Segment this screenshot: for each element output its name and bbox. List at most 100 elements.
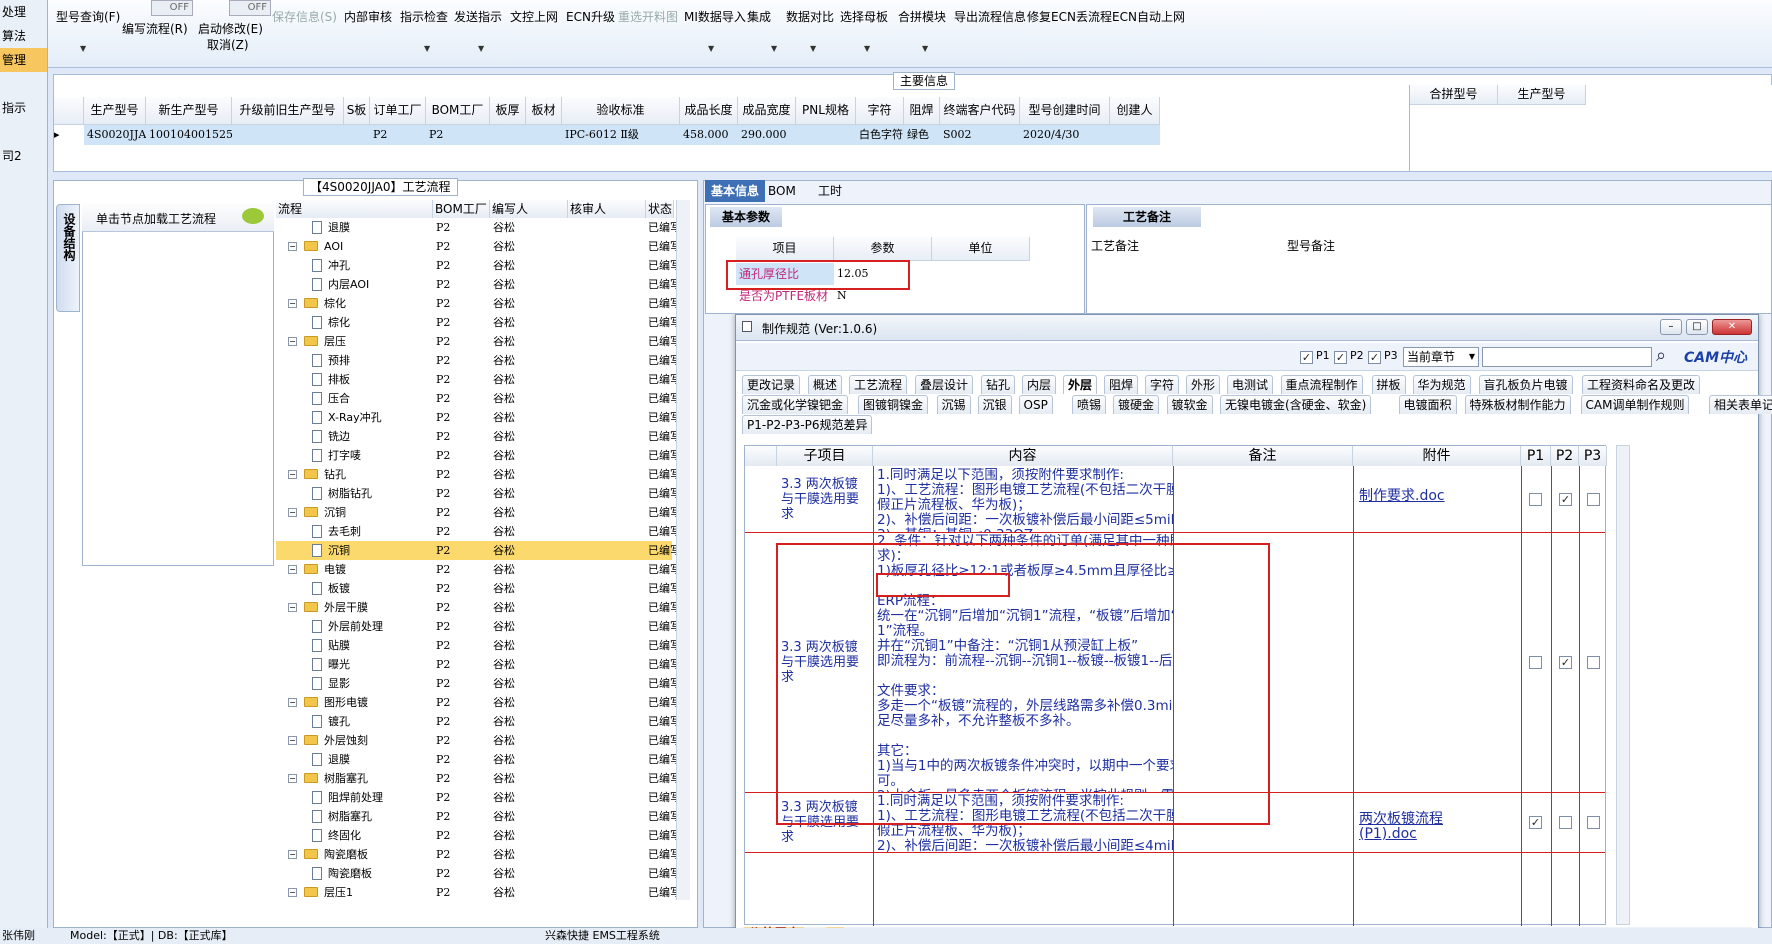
tree-row[interactable]: 冲孔 P2 谷松 已编写: [276, 256, 676, 275]
chapter-tab[interactable]: 华为规范: [1412, 375, 1471, 394]
close-icon[interactable]: ✕: [1712, 319, 1752, 335]
grid-cell[interactable]: 290.000: [738, 125, 796, 145]
dropdown-caret-icon[interactable]: ▼: [424, 44, 430, 53]
merge-column-header[interactable]: 生产型号: [1498, 85, 1586, 105]
column-header[interactable]: S板: [344, 97, 370, 125]
filter-checkbox[interactable]: ✓: [1368, 351, 1381, 364]
chapter-tab[interactable]: 盲孔板负片电镀: [1478, 375, 1573, 394]
tree-row[interactable]: − 树脂塞孔 P2 谷松 已编写: [276, 769, 676, 788]
chapter-tab[interactable]: 内层: [1022, 375, 1057, 394]
tree-column-header[interactable]: 核审人: [568, 200, 646, 218]
chapter-tab[interactable]: 沉金或化学镍钯金: [742, 395, 849, 414]
tree-row[interactable]: 去毛刺 P2 谷松 已编写: [276, 522, 676, 541]
tree-row[interactable]: 沉铜 P2 谷松 已编写: [276, 541, 676, 560]
tree-row[interactable]: 预排 P2 谷松 已编写: [276, 351, 676, 370]
chapter-tab[interactable]: 沉锡: [936, 395, 971, 414]
toolbar-button[interactable]: 合拼模块: [898, 8, 946, 25]
attachment-link[interactable]: 制作要求.doc: [1359, 489, 1445, 504]
grid-cell[interactable]: P2: [426, 125, 490, 145]
tree-row[interactable]: 阻焊前处理 P2 谷松 已编写: [276, 788, 676, 807]
tree-row[interactable]: − 电镀 P2 谷松 已编写: [276, 560, 676, 579]
detail-tab[interactable]: 工时: [812, 180, 848, 202]
left-nav-item[interactable]: 指示: [0, 96, 47, 120]
expand-toggle-icon[interactable]: −: [288, 565, 297, 574]
tree-row[interactable]: − 外层干膜 P2 谷松 已编写: [276, 598, 676, 617]
column-header[interactable]: 板厚: [490, 97, 526, 125]
grid-cell[interactable]: [232, 125, 344, 145]
priority-checkbox[interactable]: ✓: [1559, 656, 1572, 669]
priority-checkbox[interactable]: [1587, 493, 1600, 506]
column-header[interactable]: 阻焊: [904, 97, 940, 125]
priority-checkbox[interactable]: [1529, 493, 1542, 506]
merge-column-header[interactable]: 合拼型号: [1410, 85, 1498, 105]
chapter-tab[interactable]: 沉银: [977, 395, 1012, 414]
expand-toggle-icon[interactable]: −: [288, 774, 297, 783]
chapter-tab[interactable]: 镀软金: [1166, 395, 1213, 414]
toolbar-button[interactable]: 指示检查: [400, 8, 448, 25]
toggle-start-edit[interactable]: OFF: [229, 0, 271, 16]
chapter-tab[interactable]: 喷锡: [1072, 395, 1107, 414]
cancel-button[interactable]: 取消(Z): [207, 36, 249, 53]
search-icon[interactable]: ⌕: [1656, 345, 1666, 366]
grid-cell[interactable]: 白色字符: [856, 125, 904, 145]
side-tab-device-structure[interactable]: 设备结构: [56, 204, 80, 312]
tree-row[interactable]: 贴膜 P2 谷松 已编写: [276, 636, 676, 655]
column-header[interactable]: 新生产型号: [146, 97, 232, 125]
chapter-tab[interactable]: 无镍电镀金(含硬金、软金): [1220, 395, 1372, 414]
expand-toggle-icon[interactable]: −: [288, 850, 297, 859]
chapter-tab[interactable]: 电镀面积: [1398, 395, 1457, 414]
toolbar-button[interactable]: MI数据导入: [684, 8, 746, 25]
tree-row[interactable]: 压合 P2 谷松 已编写: [276, 389, 676, 408]
param-column-header[interactable]: 单位: [932, 237, 1030, 261]
spec-column-header[interactable]: P2: [1551, 446, 1579, 466]
dropdown-caret-icon[interactable]: ▼: [922, 44, 928, 53]
grid-cell[interactable]: [344, 125, 370, 145]
chapter-tab[interactable]: 工艺流程: [849, 375, 908, 394]
tree-row[interactable]: − 沉铜 P2 谷松 已编写: [276, 503, 676, 522]
tree-row[interactable]: X-Ray冲孔 P2 谷松 已编写: [276, 408, 676, 427]
column-header[interactable]: 创建人: [1110, 97, 1160, 125]
grid-cell[interactable]: 4S0020JJA0: [84, 125, 146, 145]
filter-checkbox[interactable]: ✓: [1300, 351, 1313, 364]
toolbar-button[interactable]: 发送指示: [454, 8, 502, 25]
tree-row[interactable]: 显影 P2 谷松 已编写: [276, 674, 676, 693]
tree-row[interactable]: 排板 P2 谷松 已编写: [276, 370, 676, 389]
grid-cell[interactable]: [526, 125, 562, 145]
expand-toggle-icon[interactable]: −: [288, 698, 297, 707]
tree-row[interactable]: − 图形电镀 P2 谷松 已编写: [276, 693, 676, 712]
tree-row[interactable]: 板镀 P2 谷松 已编写: [276, 579, 676, 598]
toolbar-button[interactable]: 数据对比: [786, 8, 834, 25]
spec-column-header[interactable]: P1: [1521, 446, 1551, 466]
dropdown-caret-icon[interactable]: ▼: [810, 44, 816, 53]
tree-row[interactable]: − 钻孔 P2 谷松 已编写: [276, 465, 676, 484]
chapter-tab[interactable]: 工程资料命名及更改: [1582, 375, 1701, 394]
toolbar-button[interactable]: ECN自动上网: [1112, 8, 1185, 25]
toolbar-button[interactable]: 选择母板: [840, 8, 888, 25]
tree-row[interactable]: 镀孔 P2 谷松 已编写: [276, 712, 676, 731]
toolbar-button[interactable]: 内部审核: [344, 8, 392, 25]
column-header[interactable]: PNL规格: [796, 97, 856, 125]
detail-tab[interactable]: BOM: [762, 180, 802, 202]
grid-cell[interactable]: [1110, 125, 1160, 145]
dropdown-caret-icon[interactable]: ▼: [708, 44, 714, 53]
chapter-tab[interactable]: 重点流程制作: [1280, 375, 1363, 394]
toolbar-button[interactable]: 导出流程信息: [954, 8, 1026, 25]
dropdown-caret-icon[interactable]: ▼: [80, 44, 86, 53]
chapter-tab[interactable]: 更改记录: [742, 375, 801, 394]
left-nav-item[interactable]: 管理: [0, 48, 47, 72]
spec-column-header[interactable]: 备注: [1173, 446, 1353, 466]
chapter-tab[interactable]: 图镀铜镍金: [858, 395, 929, 414]
tree-row[interactable]: − 棕化 P2 谷松 已编写: [276, 294, 676, 313]
priority-checkbox[interactable]: [1559, 816, 1572, 829]
left-nav-item[interactable]: [0, 72, 47, 96]
toolbar-button[interactable]: 启动修改(E): [198, 20, 263, 37]
expand-toggle-icon[interactable]: −: [288, 299, 297, 308]
chapter-tab[interactable]: 拼板: [1371, 375, 1406, 394]
tree-row[interactable]: 终固化 P2 谷松 已编写: [276, 826, 676, 845]
spec-column-header[interactable]: P3: [1579, 446, 1607, 466]
priority-checkbox[interactable]: [1529, 656, 1542, 669]
tree-row[interactable]: 退膜 P2 谷松 已编写: [276, 750, 676, 769]
expand-toggle-icon[interactable]: −: [288, 508, 297, 517]
expand-toggle-icon[interactable]: −: [288, 603, 297, 612]
grid-cell[interactable]: 10010400152534: [146, 125, 232, 145]
